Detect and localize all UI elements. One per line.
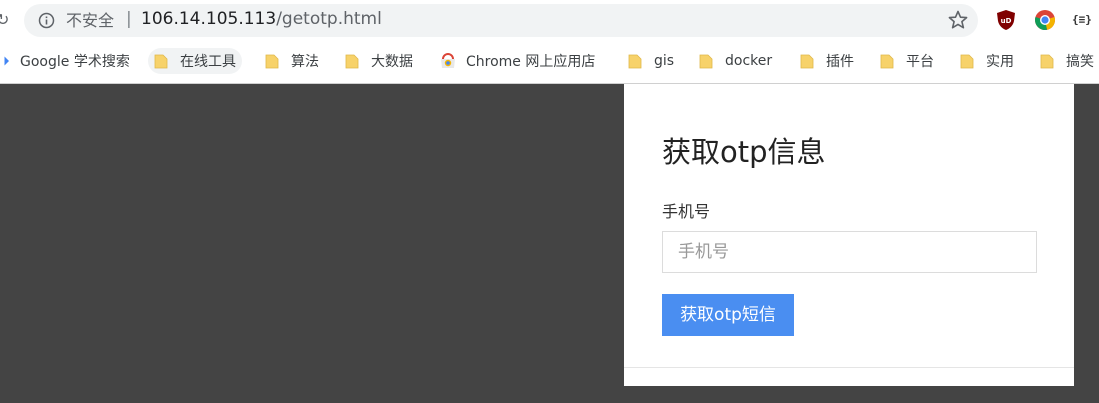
browser-chrome: ↻ 不安全 | 106.14.105.113/getotp.html uD {≡… — [0, 0, 1099, 84]
otp-form-panel: 获取otp信息 手机号 获取otp短信 — [624, 84, 1074, 386]
get-otp-button[interactable]: 获取otp短信 — [662, 294, 794, 336]
google-scholar-icon — [4, 56, 9, 66]
bookmark-label: 大数据 — [371, 54, 413, 70]
folder-icon — [345, 54, 359, 69]
ublock-icon[interactable]: uD — [995, 9, 1017, 31]
chrome-color-icon[interactable] — [1034, 9, 1056, 31]
reload-icon[interactable]: ↻ — [0, 10, 9, 30]
bookmark-label: 平台 — [906, 54, 934, 70]
folder-icon — [960, 54, 974, 69]
url-text[interactable]: 106.14.105.113/getotp.html — [141, 9, 382, 30]
security-status-label: 不安全 — [66, 11, 115, 30]
chrome-webstore-icon — [441, 53, 455, 68]
bookmark-folder-big-data[interactable]: 大数据 — [339, 48, 419, 74]
bookmark-google-scholar[interactable]: Google 学术搜索 — [0, 48, 136, 74]
url-host: 106.14.105.113 — [141, 9, 277, 29]
folder-icon — [154, 54, 168, 69]
bookmark-label: Google 学术搜索 — [20, 54, 130, 70]
address-bar[interactable]: 不安全 | 106.14.105.113/getotp.html — [24, 4, 978, 37]
bookmark-folder-platform[interactable]: 平台 — [874, 48, 940, 74]
bookmark-star-icon[interactable] — [948, 10, 968, 30]
svg-text:uD: uD — [1001, 17, 1012, 25]
bookmark-folder-gis[interactable]: gis — [622, 48, 680, 74]
folder-icon — [628, 54, 642, 69]
bookmark-folder-docker[interactable]: docker — [693, 48, 778, 74]
folder-icon — [699, 54, 713, 69]
bookmark-chrome-webstore[interactable]: Chrome 网上应用店 — [434, 48, 601, 74]
bookmark-label: 插件 — [826, 54, 854, 70]
bookmark-label: Chrome 网上应用店 — [466, 54, 596, 70]
phone-label: 手机号 — [662, 202, 711, 221]
panel-divider — [624, 367, 1074, 368]
bookmark-folder-plugins[interactable]: 插件 — [794, 48, 860, 74]
bookmark-label: docker — [725, 53, 773, 69]
folder-icon — [800, 54, 814, 69]
bookmark-folder-funny[interactable]: 搞笑 — [1034, 48, 1099, 74]
bookmark-folder-practical[interactable]: 实用 — [954, 48, 1020, 74]
json-viewer-icon[interactable]: {≡} — [1072, 10, 1098, 32]
url-separator: | — [126, 9, 132, 29]
folder-icon — [1040, 54, 1054, 69]
browser-toolbar: ↻ 不安全 | 106.14.105.113/getotp.html uD {≡… — [0, 0, 1099, 40]
bookmark-label: 搞笑 — [1066, 54, 1094, 70]
bookmark-label: 实用 — [986, 54, 1014, 70]
info-icon[interactable] — [38, 12, 55, 29]
bookmark-label: gis — [654, 53, 675, 69]
phone-input[interactable] — [662, 231, 1037, 273]
page-title: 获取otp信息 — [662, 135, 826, 169]
bookmark-label: 算法 — [291, 54, 319, 70]
folder-icon — [265, 54, 279, 69]
url-path: /getotp.html — [276, 9, 382, 29]
folder-icon — [880, 54, 894, 69]
bookmarks-bar: Google 学术搜索 在线工具 算法 大数据 Chrome 网上应用店 gis — [0, 44, 1099, 78]
bookmark-label: 在线工具 — [180, 54, 236, 70]
bookmark-folder-online-tools[interactable]: 在线工具 — [148, 48, 242, 74]
bookmark-folder-algorithms[interactable]: 算法 — [259, 48, 325, 74]
